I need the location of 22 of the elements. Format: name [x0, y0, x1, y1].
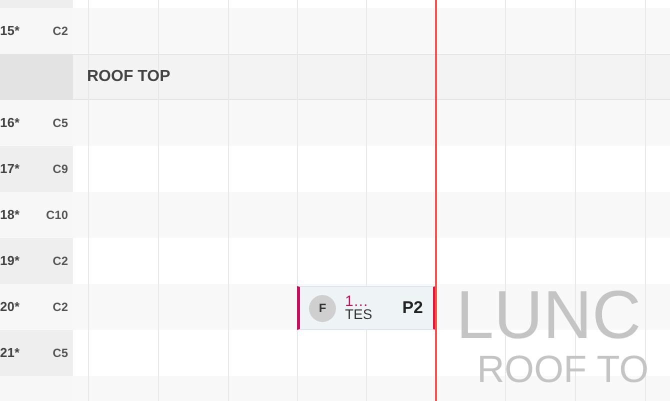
background-title: LUNC: [456, 280, 642, 350]
table-number: 21*: [0, 344, 20, 362]
reservation-number: 1…: [345, 295, 368, 308]
guest-badge: F: [309, 294, 336, 322]
table-number: 15*: [0, 22, 20, 40]
table-capacity: C5: [52, 115, 68, 132]
table-number: 16*: [0, 114, 20, 132]
table-number: 18*: [0, 206, 20, 224]
table-capacity: C5: [52, 345, 68, 362]
guest-name: TES: [345, 308, 374, 321]
section-label: ROOF TOP: [87, 67, 170, 87]
table-capacity: C10: [46, 207, 68, 224]
table-number: 19*: [0, 252, 20, 270]
table-number: 17*: [0, 160, 20, 178]
table-label: P2: [402, 297, 423, 320]
table-number: 20*: [0, 298, 20, 316]
table-capacity: C9: [52, 161, 68, 178]
table-capacity: C2: [52, 253, 68, 270]
table-capacity: C2: [52, 299, 68, 316]
reservation-card[interactable]: F 1… TES P2: [297, 286, 436, 330]
table-capacity: C2: [52, 23, 68, 40]
background-subtitle: ROOF TO: [477, 350, 649, 390]
